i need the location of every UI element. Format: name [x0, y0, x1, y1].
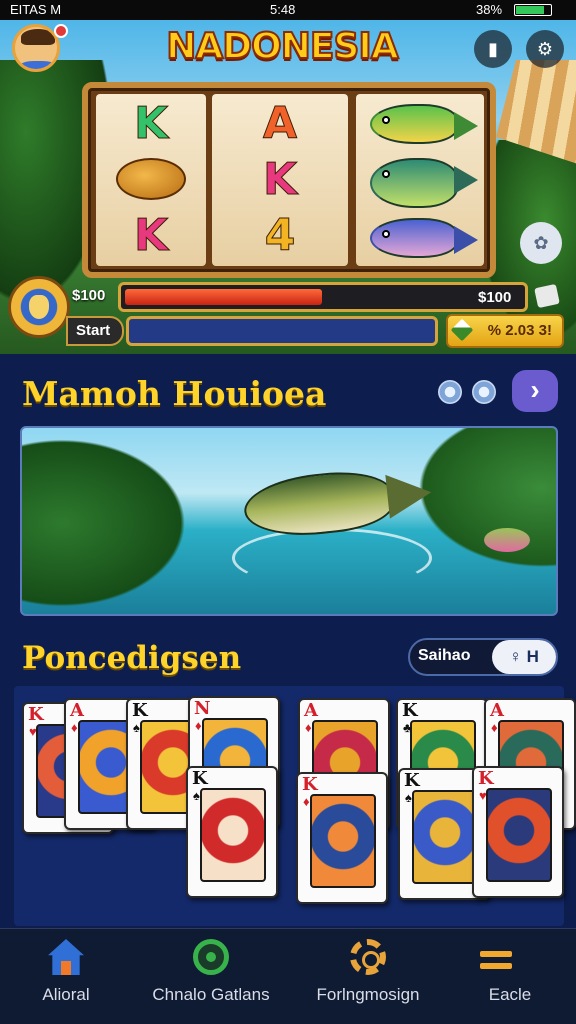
fish-symbol-icon	[370, 104, 478, 144]
card-rank: A	[304, 700, 318, 721]
auto-spin-icon[interactable]: ✿	[520, 222, 562, 264]
battery-icon	[514, 4, 552, 16]
nav-item-home[interactable]: Alioral	[20, 929, 112, 1024]
home-icon	[48, 939, 84, 975]
card-rank: N	[194, 698, 211, 719]
carrier-label: EITAS M	[10, 2, 62, 17]
bottom-nav: Alioral Chnalo Gatlans Forlngmosign Eacl…	[0, 928, 576, 1024]
slot-reels: K K A K 4	[82, 82, 496, 278]
bet-label: $100	[72, 287, 106, 304]
featured-fishing-banner[interactable]	[20, 426, 558, 616]
card-rank: K	[404, 770, 420, 791]
card-suit: ♥	[29, 724, 37, 739]
card-rank: K	[402, 700, 418, 721]
nav-item-challenges[interactable]: Chnalo Gatlans	[144, 929, 278, 1024]
spin-meter-bar	[126, 316, 438, 346]
card-rank: A	[70, 700, 84, 721]
balance-display[interactable]: % 2.03 3!	[446, 314, 564, 348]
reel-symbol: K	[262, 154, 298, 206]
card-artwork	[200, 788, 266, 882]
card-rank: K	[302, 774, 318, 795]
water-splash	[232, 528, 432, 588]
section-title: Mamoh Houioea	[22, 374, 327, 413]
card-suit: ♦	[491, 720, 498, 735]
card-suit: ♦	[305, 720, 312, 735]
nav-label: Alioral	[42, 985, 90, 1004]
player-avatar[interactable]	[12, 24, 60, 72]
teapot-symbol-icon	[116, 158, 186, 200]
start-button[interactable]: Start	[66, 316, 124, 346]
reel-symbol: 4	[264, 210, 296, 262]
card-rank: K	[132, 700, 148, 721]
card-artwork	[412, 790, 478, 884]
section-title: Poncedigsen	[22, 640, 242, 676]
game-card[interactable]: K ♥	[472, 766, 564, 898]
card-rank: A	[490, 700, 504, 721]
fish-symbol-icon	[370, 218, 478, 258]
next-arrow-button[interactable]: ›	[512, 370, 558, 412]
fish-symbol-icon	[370, 158, 478, 208]
coin-badge-icon	[8, 276, 70, 338]
reel-symbol: K	[133, 210, 169, 262]
reel-1: K K	[96, 94, 206, 266]
card-suit: ♥	[479, 788, 487, 803]
clock: 5:48	[270, 2, 296, 17]
reel-symbol: A	[262, 98, 298, 150]
sort-toggle-button[interactable]: ♀ H	[492, 640, 556, 674]
jungle-foliage	[22, 428, 202, 614]
shop-icon[interactable]: ▮	[474, 30, 512, 68]
table-icon	[478, 939, 514, 975]
sort-label: Saihao	[418, 647, 471, 664]
settings-icon[interactable]: ⚙	[526, 30, 564, 68]
card-rank: K	[28, 704, 44, 725]
battery-percent: 38%	[476, 2, 503, 17]
game-title: NADONESIA	[165, 25, 399, 68]
edit-icon	[450, 318, 474, 342]
card-artwork	[310, 794, 376, 888]
nav-item-table[interactable]: Eacle	[470, 929, 550, 1024]
progress-fill	[125, 289, 323, 305]
nav-label: Chnalo Gatlans	[152, 985, 270, 1004]
target-icon	[193, 939, 229, 975]
card-suit: ♣	[403, 720, 412, 735]
balance-value: % 2.03 3!	[487, 322, 552, 339]
card-suit: ♦	[303, 794, 310, 809]
card-artwork	[486, 788, 552, 882]
nav-item-forging[interactable]: Forlngmosign	[306, 929, 430, 1024]
nav-label: Eacle	[488, 985, 532, 1004]
gear-icon	[350, 939, 386, 975]
gem-icon	[472, 380, 496, 404]
card-suit: ♦	[195, 718, 202, 733]
nav-label: Forlngmosign	[316, 985, 420, 1004]
status-bar: EITAS M 5:48 38%	[0, 0, 576, 20]
notification-badge	[54, 24, 68, 38]
reel-3	[356, 94, 484, 266]
card-suit: ♠	[405, 790, 412, 805]
game-card[interactable]: K ♦	[296, 772, 388, 904]
card-gallery: K ♥ A ♦ K ♠ N ♦ K ♠ A ♦ K ♣ A ♦ K ♦ K ♠ K ♥	[14, 686, 576, 926]
card-suit: ♠	[133, 720, 140, 735]
reel-2: A K 4	[212, 94, 348, 266]
jackpot-progress-bar	[118, 282, 528, 312]
gem-icon	[438, 380, 462, 404]
card-rank: K	[192, 768, 208, 789]
card-suit: ♦	[71, 720, 78, 735]
card-rank: K	[478, 768, 494, 789]
reel-symbol: K	[133, 98, 169, 150]
game-card[interactable]: K ♠	[186, 766, 278, 898]
small-fish-image	[484, 528, 530, 552]
card-suit: ♠	[193, 788, 200, 803]
progress-value: $100	[478, 289, 512, 306]
